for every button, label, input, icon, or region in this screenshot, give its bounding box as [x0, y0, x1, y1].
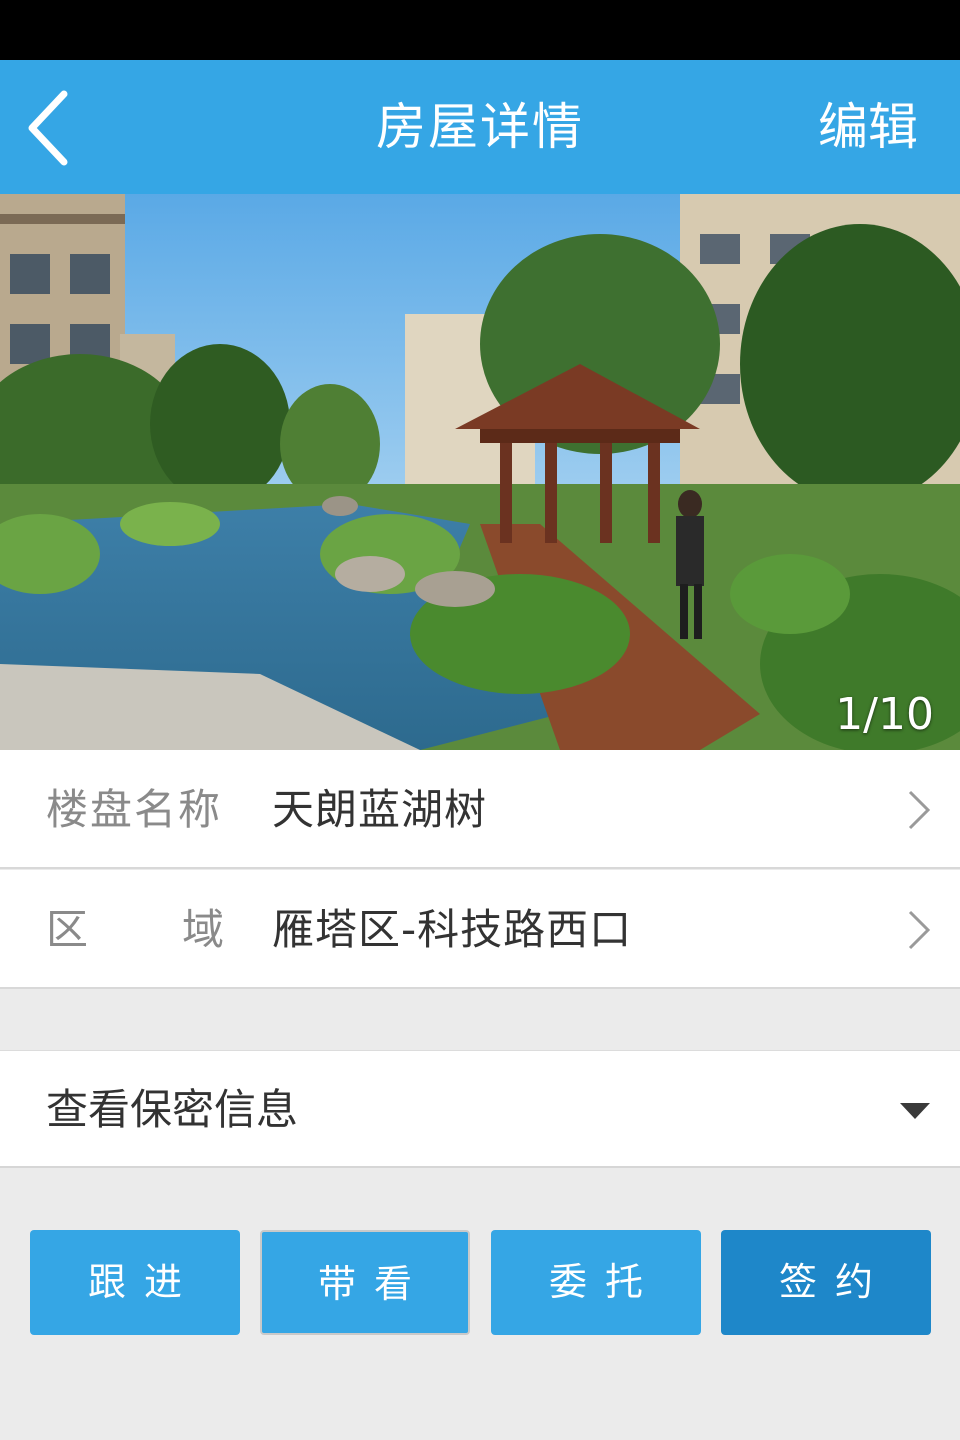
secret-info-label: 查看保密信息: [46, 1085, 299, 1134]
page-title: 房屋详情: [376, 98, 584, 156]
chevron-right-icon: [908, 790, 931, 830]
row-value: 天朗蓝湖树: [272, 785, 488, 834]
row-label: 楼盘名称: [46, 785, 223, 834]
photo-gallery[interactable]: 1/10: [0, 194, 960, 750]
chevron-right-icon: [908, 910, 931, 950]
row-label-part: 区: [46, 905, 91, 954]
status-bar: [0, 0, 960, 60]
caret-down-icon: [900, 1103, 930, 1119]
edit-button[interactable]: 编辑: [818, 60, 918, 194]
nav-bar: 房屋详情 编辑: [0, 60, 960, 194]
property-photo: [0, 194, 960, 750]
row-district[interactable]: 区 域 雁塔区-科技路西口: [0, 870, 960, 989]
showing-button[interactable]: 带看: [260, 1230, 470, 1335]
photo-counter: 1/10: [835, 689, 934, 740]
row-project-name[interactable]: 楼盘名称 天朗蓝湖树: [0, 750, 960, 869]
follow-up-button[interactable]: 跟进: [30, 1230, 240, 1335]
sign-contract-button[interactable]: 签约: [721, 1230, 931, 1335]
view-secret-info-toggle[interactable]: 查看保密信息: [0, 1050, 960, 1168]
row-label-part: 域: [181, 905, 226, 954]
entrust-button[interactable]: 委托: [491, 1230, 701, 1335]
row-value: 雁塔区-科技路西口: [272, 905, 633, 954]
row-label: 区 域: [46, 870, 226, 989]
